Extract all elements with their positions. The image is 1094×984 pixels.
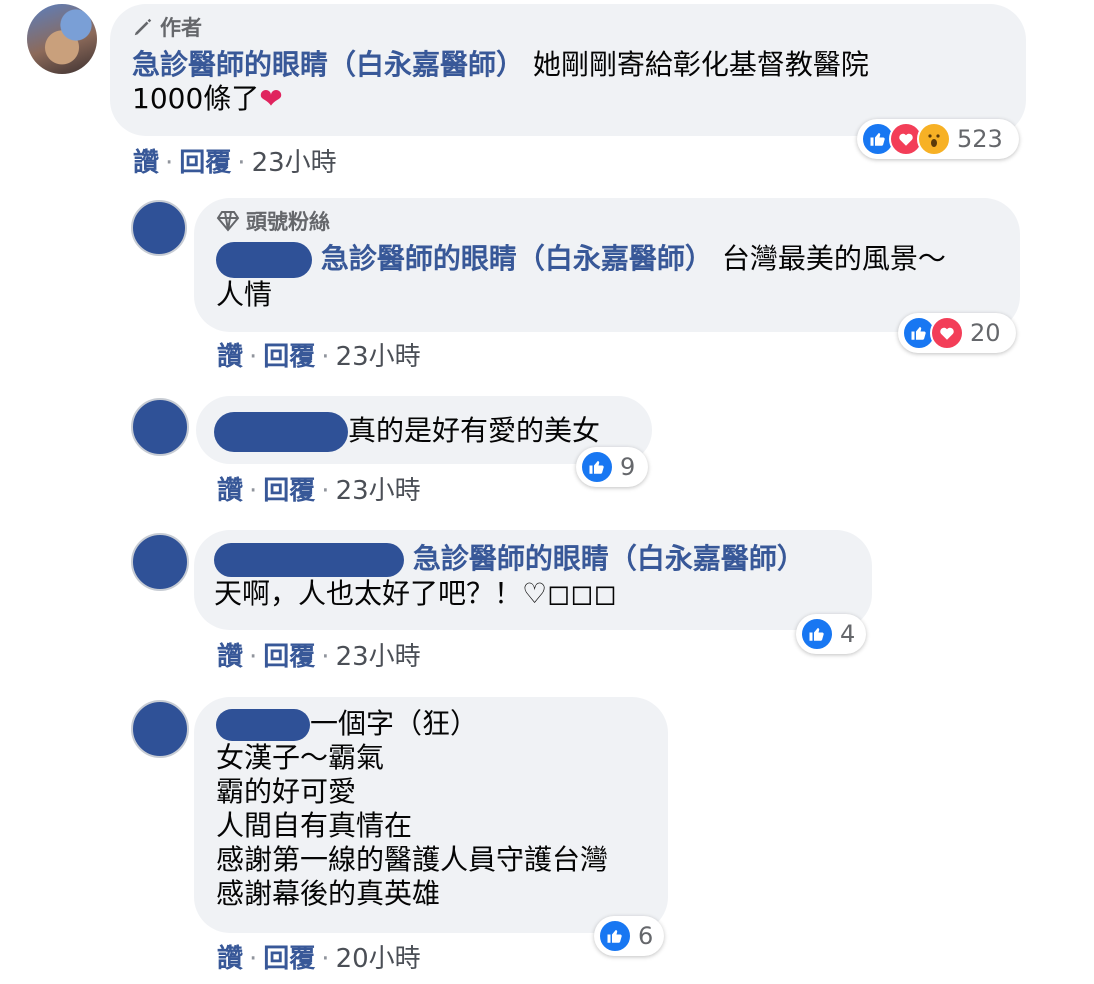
comment-actions: 讚 · 回覆 · 20小時 <box>217 944 421 974</box>
comment-text: 真的是好有愛的美女 <box>214 412 634 452</box>
reaction-summary[interactable]: 4 <box>796 614 866 654</box>
timestamp[interactable]: 20小時 <box>336 944 421 974</box>
comment-actions: 讚 · 回覆 · 23小時 <box>217 476 421 506</box>
comment-line: 一個字（狂） <box>310 707 479 740</box>
commenter-avatar[interactable] <box>131 700 189 758</box>
comment-bubble: 一個字（狂） 女漢子～霸氣 霸的好可愛 人間自有真情在 感謝第一線的醫護人員守護… <box>194 697 668 933</box>
comment-line: 人間自有真情在 <box>216 809 413 842</box>
pencil-icon <box>134 18 152 36</box>
like-reaction-icon <box>580 450 614 484</box>
comment-body-line2: 1000條了 <box>132 82 260 115</box>
wow-reaction-icon <box>917 122 951 156</box>
like-button[interactable]: 讚 <box>217 944 243 974</box>
heart-emoji-icon: ❤ <box>259 82 283 115</box>
redacted-name[interactable] <box>216 709 310 741</box>
comment-bubble: 頭號粉絲 急診醫師的眼睛（白永嘉醫師） 台灣最美的風景～ 人情 <box>194 198 1020 332</box>
top-fan-badge: 頭號粉絲 <box>216 206 998 236</box>
like-button[interactable]: 讚 <box>217 342 243 372</box>
comment-body: 她剛剛寄給彰化基督教醫院 <box>532 48 869 81</box>
reply-button[interactable]: 回覆 <box>263 342 315 372</box>
redacted-name[interactable] <box>214 543 404 577</box>
commenter-avatar[interactable] <box>131 398 189 456</box>
reply-button[interactable]: 回覆 <box>179 148 231 178</box>
reaction-summary[interactable]: 6 <box>594 916 664 956</box>
comment-text: 急診醫師的眼睛（白永嘉醫師） 天啊，人也太好了吧？！♡◻◻◻ <box>214 542 852 611</box>
tagged-page-link[interactable]: 急診醫師的眼睛（白永嘉醫師） <box>132 48 524 81</box>
comment-text: 急診醫師的眼睛（白永嘉醫師） 台灣最美的風景～ 人情 <box>216 242 998 312</box>
commenter-avatar[interactable] <box>131 200 187 256</box>
like-reaction-icon <box>598 919 632 953</box>
comment-bubble: 急診醫師的眼睛（白永嘉醫師） 天啊，人也太好了吧？！♡◻◻◻ <box>194 530 872 630</box>
author-badge: 作者 <box>132 12 1004 42</box>
comment-actions: 讚 · 回覆 · 23小時 <box>217 342 421 372</box>
author-avatar[interactable] <box>27 4 97 74</box>
like-button[interactable]: 讚 <box>217 642 243 672</box>
commenter-avatar[interactable] <box>131 533 189 591</box>
comment-bubble-author: 作者 急診醫師的眼睛（白永嘉醫師） 她剛剛寄給彰化基督教醫院 1000條了❤ <box>110 4 1026 136</box>
comment-text: 急診醫師的眼睛（白永嘉醫師） 她剛剛寄給彰化基督教醫院 1000條了❤ <box>132 48 1004 116</box>
timestamp[interactable]: 23小時 <box>336 642 421 672</box>
comment-body-line2: 人情 <box>216 278 273 311</box>
comment-line: 感謝第一線的醫護人員守護台灣 <box>216 843 609 876</box>
reply-button[interactable]: 回覆 <box>263 642 315 672</box>
timestamp[interactable]: 23小時 <box>336 476 421 506</box>
reaction-count: 20 <box>970 319 1001 347</box>
reaction-count: 4 <box>840 620 856 648</box>
diamond-icon <box>216 211 240 232</box>
reply-button[interactable]: 回覆 <box>263 944 315 974</box>
like-button[interactable]: 讚 <box>217 476 243 506</box>
reaction-summary[interactable]: 9 <box>576 447 648 487</box>
reaction-count: 9 <box>620 453 636 481</box>
comment-actions: 讚 · 回覆 · 23小時 <box>133 148 337 178</box>
comment-body: 天啊，人也太好了吧？！♡◻◻◻ <box>214 577 617 610</box>
timestamp[interactable]: 23小時 <box>252 148 337 178</box>
comment-text: 一個字（狂） 女漢子～霸氣 霸的好可愛 人間自有真情在 感謝第一線的醫護人員守護… <box>216 707 646 911</box>
reply-button[interactable]: 回覆 <box>263 476 315 506</box>
top-fan-label: 頭號粉絲 <box>246 210 330 234</box>
comment-body: 真的是好有愛的美女 <box>348 414 601 447</box>
like-reaction-icon <box>800 617 834 651</box>
like-button[interactable]: 讚 <box>133 148 159 178</box>
comment-body: 台灣最美的風景～ <box>721 242 946 275</box>
timestamp[interactable]: 23小時 <box>336 342 421 372</box>
reaction-count: 6 <box>638 922 654 950</box>
love-reaction-icon <box>930 316 964 350</box>
redacted-name[interactable] <box>214 412 348 452</box>
comment-line: 霸的好可愛 <box>216 775 357 808</box>
comment-line: 女漢子～霸氣 <box>216 741 385 774</box>
comment-actions: 讚 · 回覆 · 23小時 <box>217 642 421 672</box>
reaction-summary[interactable]: 20 <box>898 313 1016 353</box>
author-badge-label: 作者 <box>160 16 202 40</box>
reaction-summary[interactable]: 523 <box>857 119 1019 159</box>
tagged-page-link[interactable]: 急診醫師的眼睛（白永嘉醫師） <box>321 242 713 275</box>
comment-line: 感謝幕後的真英雄 <box>216 877 441 910</box>
reaction-count: 523 <box>957 125 1003 153</box>
redacted-name[interactable] <box>216 242 312 278</box>
tagged-page-link[interactable]: 急診醫師的眼睛（白永嘉醫師） <box>413 542 805 575</box>
